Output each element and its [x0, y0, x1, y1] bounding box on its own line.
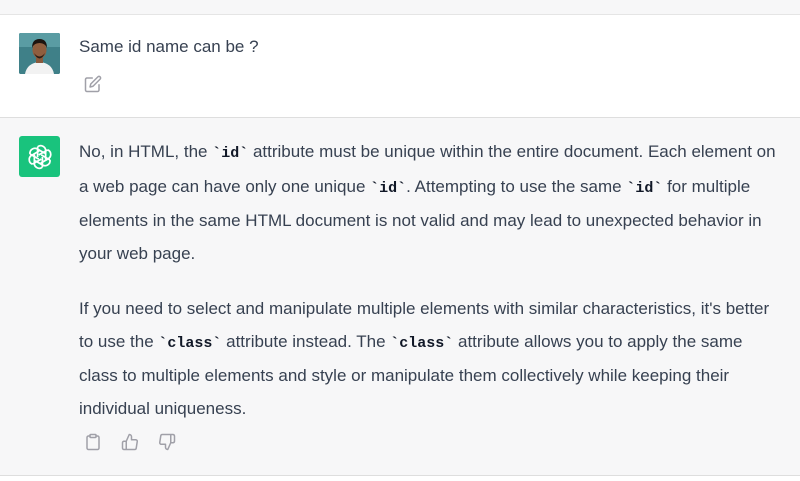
previous-row-edge [0, 0, 800, 15]
thumbs-up-icon [121, 433, 138, 451]
openai-logo-icon [27, 144, 52, 169]
user-message-text: Same id name can be ? [79, 37, 259, 56]
edit-message-button[interactable] [82, 73, 104, 95]
inline-code: `class` [390, 334, 454, 352]
answer-paragraph-2: If you need to select and manipulate mul… [79, 293, 784, 425]
inline-code: `class` [158, 334, 222, 352]
assistant-avatar [19, 136, 60, 177]
inline-code: `id` [626, 179, 663, 197]
inline-code: `id` [212, 145, 249, 162]
answer-paragraph-1: No, in HTML, the `id` attribute must be … [79, 136, 784, 270]
thumbs-up-button[interactable] [119, 431, 141, 453]
message-actions [82, 431, 178, 453]
assistant-message-text: No, in HTML, the `id` attribute must be … [79, 136, 784, 425]
inline-code: `id` [370, 179, 407, 197]
text-segment: . Attempting to use the same [406, 176, 627, 196]
user-message-row: Same id name can be ? [0, 15, 800, 118]
assistant-message-row: No, in HTML, the `id` attribute must be … [0, 118, 800, 476]
clipboard-icon [86, 433, 100, 451]
thumbs-down-icon [159, 433, 176, 451]
text-segment: attribute instead. The [221, 331, 391, 351]
thumbs-down-button[interactable] [156, 431, 178, 453]
text-segment: No, in HTML, the [79, 142, 213, 161]
user-avatar [19, 33, 60, 74]
pencil-square-icon [84, 75, 102, 93]
copy-button[interactable] [82, 431, 104, 453]
next-row-edge [0, 476, 800, 481]
